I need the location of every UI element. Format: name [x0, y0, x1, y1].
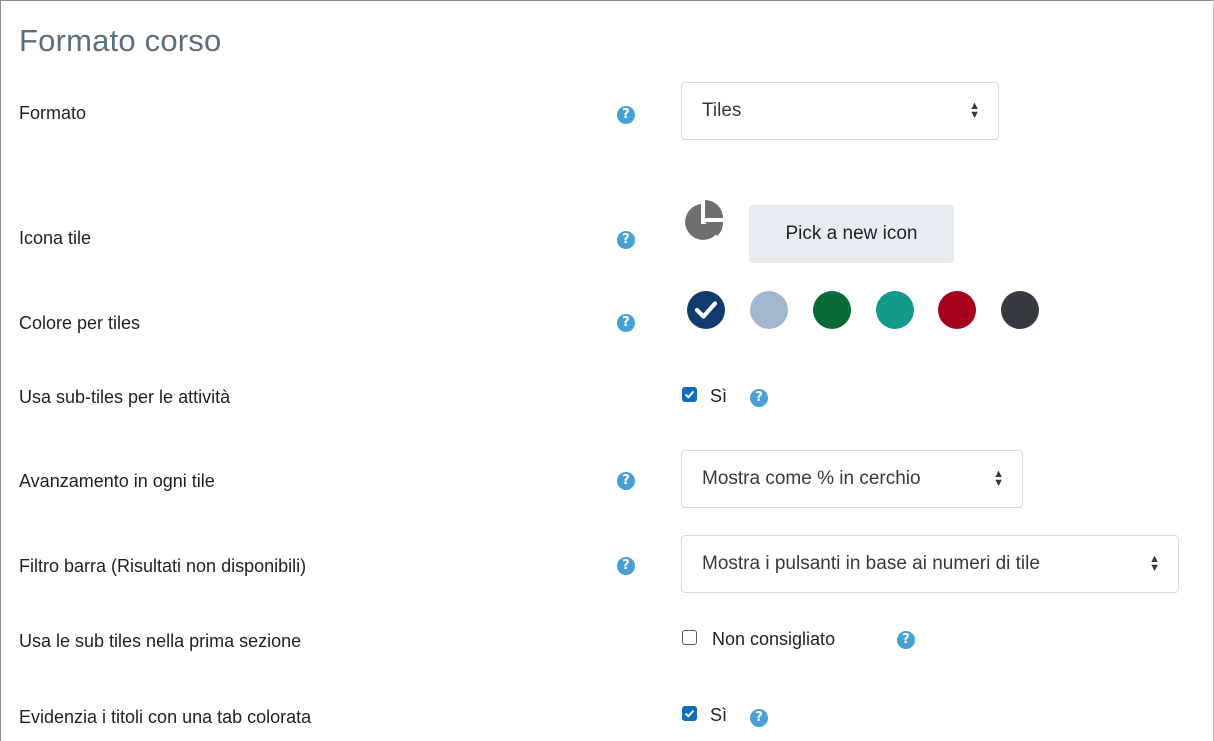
- select-caret-icon: ▲ ▼: [993, 468, 1004, 489]
- sub-tiles-prima-checkbox-label: Non consigliato: [712, 629, 836, 649]
- evidenzia-label: Evidenzia i titoli con una tab colorata: [19, 707, 312, 727]
- evidenzia-checkbox-label: Sì: [710, 705, 728, 725]
- formato-select-value: Tiles: [702, 100, 742, 121]
- color-swatch-teal[interactable]: [876, 291, 914, 329]
- sub-tiles-prima-checkbox[interactable]: [682, 630, 697, 645]
- filtro-label: Filtro barra (Risultati non disponibili): [19, 556, 307, 576]
- evidenzia-checkbox[interactable]: [682, 706, 697, 721]
- checkmark-icon: [684, 390, 695, 399]
- select-caret-icon: ▲ ▼: [1149, 553, 1160, 574]
- help-icon[interactable]: ?: [617, 557, 635, 575]
- pie-chart-icon: [685, 200, 724, 240]
- avanzamento-select[interactable]: Mostra come % in cerchio ▲ ▼: [681, 450, 1023, 508]
- icona-tile-label: Icona tile: [19, 228, 92, 248]
- filtro-select[interactable]: Mostra i pulsanti in base ai numeri di t…: [681, 535, 1179, 593]
- checkmark-icon: [684, 709, 695, 718]
- check-icon: [694, 301, 718, 319]
- sub-tiles-checkbox[interactable]: [682, 387, 697, 402]
- help-icon[interactable]: ?: [897, 631, 915, 649]
- color-swatch-light-blue[interactable]: [750, 291, 788, 329]
- color-swatch-red[interactable]: [938, 291, 976, 329]
- help-icon[interactable]: ?: [617, 472, 635, 490]
- pick-new-icon-button[interactable]: Pick a new icon: [749, 205, 954, 263]
- color-swatch-green[interactable]: [813, 291, 851, 329]
- help-icon[interactable]: ?: [617, 106, 635, 124]
- sub-tiles-label: Usa sub-tiles per le attività: [19, 387, 231, 407]
- avanzamento-label: Avanzamento in ogni tile: [19, 471, 215, 491]
- avanzamento-select-value: Mostra come % in cerchio: [702, 468, 921, 489]
- help-icon[interactable]: ?: [617, 314, 635, 332]
- settings-panel: Formato corso Formato ? Tiles ▲ ▼ Icona t…: [0, 0, 1214, 741]
- filtro-select-value: Mostra i pulsanti in base ai numeri di t…: [702, 553, 1040, 574]
- color-swatch-dark-blue[interactable]: [687, 291, 725, 329]
- help-icon[interactable]: ?: [617, 231, 635, 249]
- help-icon[interactable]: ?: [750, 389, 768, 407]
- formato-label: Formato: [19, 103, 87, 123]
- sub-tiles-prima-label: Usa le sub tiles nella prima sezione: [19, 631, 302, 651]
- color-swatch-dark-gray[interactable]: [1001, 291, 1039, 329]
- help-icon[interactable]: ?: [750, 709, 768, 727]
- select-caret-icon: ▲ ▼: [969, 100, 980, 121]
- colore-label: Colore per tiles: [19, 313, 141, 333]
- sub-tiles-checkbox-label: Sì: [710, 386, 728, 406]
- section-title: Formato corso: [19, 23, 222, 58]
- formato-select[interactable]: Tiles ▲ ▼: [681, 82, 999, 140]
